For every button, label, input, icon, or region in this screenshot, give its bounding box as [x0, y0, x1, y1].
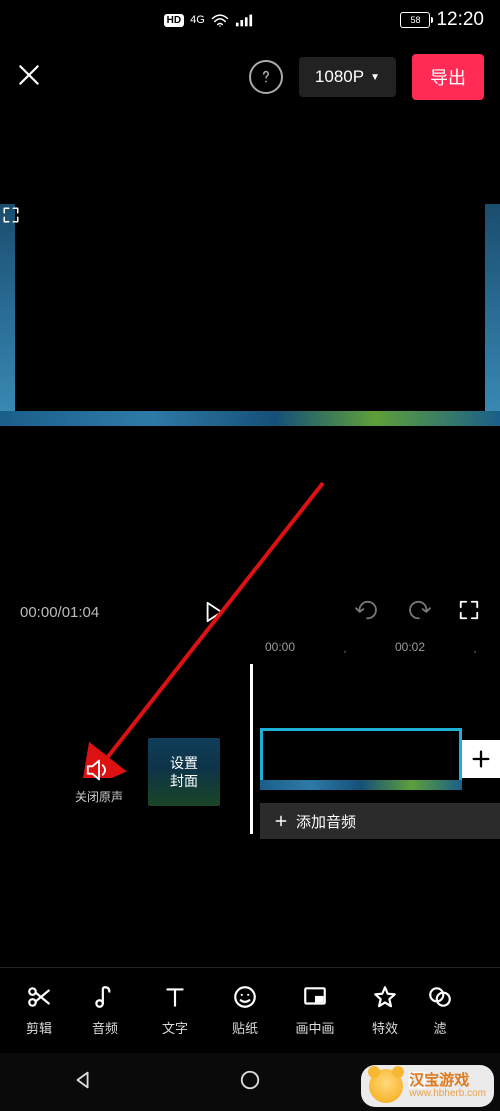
tool-sticker[interactable]: 贴纸: [210, 984, 280, 1037]
nav-home[interactable]: [239, 1069, 261, 1096]
top-bar: 1080P ▼ 导出: [0, 40, 500, 114]
export-button[interactable]: 导出: [412, 54, 484, 100]
ruler-tick: 00:00: [265, 640, 295, 654]
add-audio-track[interactable]: 添加音频: [260, 803, 500, 839]
resolution-button[interactable]: 1080P ▼: [299, 57, 396, 97]
video-clip[interactable]: [260, 728, 462, 790]
redo-button[interactable]: [406, 599, 432, 626]
export-label: 导出: [430, 64, 466, 90]
watermark-name: 汉宝游戏: [409, 1073, 486, 1089]
music-note-icon: [92, 984, 118, 1010]
ruler-dot: ·: [343, 644, 347, 658]
network-indicator: 4G: [190, 14, 205, 26]
help-button[interactable]: [249, 60, 283, 94]
pip-icon: [302, 984, 328, 1010]
expand-icon: [2, 206, 20, 224]
nav-back[interactable]: [72, 1069, 94, 1096]
play-button[interactable]: [194, 601, 234, 623]
status-bar: HD 4G 58 12:20: [0, 0, 500, 40]
resolution-label: 1080P: [315, 67, 364, 87]
wifi-icon: [211, 13, 229, 27]
signal-icon: [235, 13, 253, 27]
tool-label: 画中画: [295, 1018, 334, 1037]
hd-badge: HD: [164, 14, 184, 27]
ruler-tick: 00:02: [395, 640, 425, 654]
tool-label: 剪辑: [26, 1018, 52, 1037]
close-button[interactable]: [16, 62, 42, 93]
status-indicators: HD 4G: [16, 13, 400, 27]
speaker-icon: [85, 758, 113, 782]
scissors-icon: [26, 984, 52, 1010]
tool-pip[interactable]: 画中画: [280, 984, 350, 1037]
add-audio-label: 添加音频: [296, 811, 356, 832]
mute-original-sound-button[interactable]: 关闭原声: [75, 758, 123, 805]
add-clip-button[interactable]: [462, 740, 500, 778]
tool-text[interactable]: 文字: [140, 984, 210, 1037]
cover-label-2: 封面: [170, 772, 198, 790]
sticker-icon: [232, 984, 258, 1010]
video-preview[interactable]: [0, 204, 500, 426]
timeline[interactable]: 关闭原声 设置 封面 添加音频: [0, 698, 500, 858]
battery-indicator: 58: [400, 12, 430, 28]
tool-fx[interactable]: 特效: [350, 984, 420, 1037]
tool-label: 文字: [162, 1018, 188, 1037]
battery-level: 58: [410, 15, 420, 25]
chevron-down-icon: ▼: [370, 72, 380, 83]
tool-edit[interactable]: 剪辑: [8, 984, 70, 1037]
status-right: 58 12:20: [400, 9, 484, 31]
tool-label: 特效: [372, 1018, 398, 1037]
filter-icon: [427, 984, 453, 1010]
bottom-toolbar: 剪辑 音频 文字 贴纸 画中画 特效 滤: [0, 967, 500, 1053]
mute-label: 关闭原声: [75, 788, 123, 805]
bear-icon: [369, 1069, 403, 1103]
plus-icon: [470, 748, 492, 770]
tool-label: 音频: [92, 1018, 118, 1037]
plus-icon: [274, 814, 288, 828]
playhead[interactable]: [250, 664, 253, 834]
triangle-back-icon: [72, 1069, 94, 1091]
watermark: 汉宝游戏 www.hbherb.com: [361, 1065, 494, 1107]
fullscreen-button[interactable]: [458, 599, 480, 626]
timecode: 00:00/01:04: [20, 604, 99, 621]
playback-controls: 00:00/01:04: [0, 590, 500, 634]
tool-label: 滤: [433, 1018, 446, 1037]
set-cover-button[interactable]: 设置 封面: [148, 738, 220, 806]
watermark-url: www.hbherb.com: [409, 1089, 486, 1100]
cover-label-1: 设置: [170, 754, 198, 772]
circle-home-icon: [239, 1069, 261, 1091]
star-icon: [372, 984, 398, 1010]
tool-label: 贴纸: [232, 1018, 258, 1037]
tool-audio[interactable]: 音频: [70, 984, 140, 1037]
text-icon: [162, 984, 188, 1010]
ruler-dot: ·: [473, 644, 477, 658]
clock: 12:20: [436, 9, 484, 31]
undo-button[interactable]: [354, 599, 380, 626]
tool-filter[interactable]: 滤: [420, 984, 460, 1037]
